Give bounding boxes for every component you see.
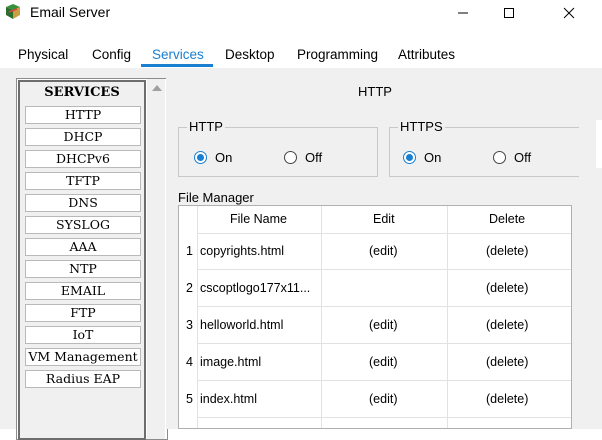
minimize-button[interactable] (440, 0, 486, 26)
minimize-icon (458, 12, 468, 14)
edit-link[interactable]: (edit) (369, 392, 397, 406)
row-number: 5 (186, 392, 193, 406)
maximize-button[interactable] (486, 0, 532, 26)
service-radius-eap[interactable]: Radius EAP (25, 370, 141, 388)
row-divider (197, 417, 571, 418)
close-button[interactable] (546, 0, 592, 26)
delete-link[interactable]: (delete) (486, 281, 528, 295)
service-dhcp[interactable]: DHCP (25, 128, 141, 146)
https-group: HTTPS On Off (389, 119, 579, 177)
title-bar: Email Server (0, 0, 602, 26)
service-aaa[interactable]: AAA (25, 238, 141, 256)
delete-link[interactable]: (delete) (486, 355, 528, 369)
column-header-file-name: File Name (230, 212, 287, 226)
file-name: image.html (200, 355, 262, 369)
service-email[interactable]: EMAIL (25, 282, 141, 300)
row-number: 1 (186, 244, 193, 258)
service-dns[interactable]: DNS (25, 194, 141, 212)
tab-attributes[interactable]: Attributes (398, 47, 455, 62)
tab-programming[interactable]: Programming (297, 47, 378, 62)
app-icon (6, 4, 20, 19)
column-divider (321, 206, 322, 428)
tab-config[interactable]: Config (92, 47, 131, 62)
row-divider (197, 269, 571, 270)
delete-link[interactable]: (delete) (486, 244, 528, 258)
tab-desktop[interactable]: Desktop (225, 47, 275, 62)
column-divider (197, 206, 198, 428)
https-group-label: HTTPS (398, 119, 445, 134)
file-name: helloworld.html (200, 318, 284, 332)
file-manager-table: File Name Edit Delete 1 copyrights.html … (178, 205, 572, 429)
row-divider (197, 306, 571, 307)
row-divider (197, 343, 571, 344)
scroll-up-arrow-icon[interactable] (152, 85, 162, 91)
row-divider (197, 380, 571, 381)
row-number: 4 (186, 355, 193, 369)
service-ntp[interactable]: NTP (25, 260, 141, 278)
tab-bar: Physical Config Services Desktop Program… (0, 40, 602, 69)
file-manager-label: File Manager (178, 190, 254, 205)
panel-title: HTTP (358, 84, 392, 99)
file-name: cscoptlogo177x11... (200, 281, 311, 295)
delete-link[interactable]: (delete) (486, 318, 528, 332)
service-http[interactable]: HTTP (25, 106, 141, 124)
tab-physical[interactable]: Physical (18, 47, 68, 62)
edit-link[interactable]: (edit) (369, 244, 397, 258)
services-list: SERVICES HTTP DHCP DHCPv6 TFTP DNS SYSLO… (18, 80, 146, 440)
edit-link[interactable]: (edit) (369, 355, 397, 369)
right-edge-strip (596, 120, 602, 168)
https-off-radio[interactable] (493, 151, 506, 164)
http-off-label: Off (305, 150, 323, 165)
services-header: SERVICES (44, 85, 120, 100)
file-name: copyrights.html (200, 244, 285, 258)
file-name: index.html (200, 392, 257, 406)
http-group-label: HTTP (187, 119, 225, 134)
service-vm-management[interactable]: VM Management (25, 348, 141, 366)
column-divider (447, 206, 448, 428)
service-tftp[interactable]: TFTP (25, 172, 141, 190)
row-number: 2 (186, 281, 193, 295)
active-tab-indicator (141, 64, 213, 67)
https-on-label: On (424, 150, 442, 165)
maximize-icon (504, 8, 514, 18)
edit-link[interactable]: (edit) (369, 318, 397, 332)
services-scrollbar[interactable] (147, 79, 165, 439)
service-ftp[interactable]: FTP (25, 304, 141, 322)
http-on-radio[interactable] (194, 151, 207, 164)
http-off-radio[interactable] (284, 151, 297, 164)
https-on-radio[interactable] (403, 151, 416, 164)
http-group: HTTP On Off (178, 119, 378, 177)
row-divider (197, 233, 571, 234)
service-syslog[interactable]: SYSLOG (25, 216, 141, 234)
http-on-label: On (215, 150, 233, 165)
column-header-delete: Delete (489, 212, 526, 226)
row-number: 3 (186, 318, 193, 332)
service-iot[interactable]: IoT (25, 326, 141, 344)
delete-link[interactable]: (delete) (486, 392, 528, 406)
service-dhcpv6[interactable]: DHCPv6 (25, 150, 141, 168)
column-header-edit: Edit (373, 212, 395, 226)
window-title: Email Server (30, 4, 111, 20)
https-off-label: Off (514, 150, 532, 165)
tab-services[interactable]: Services (152, 47, 204, 62)
close-icon (563, 7, 575, 19)
